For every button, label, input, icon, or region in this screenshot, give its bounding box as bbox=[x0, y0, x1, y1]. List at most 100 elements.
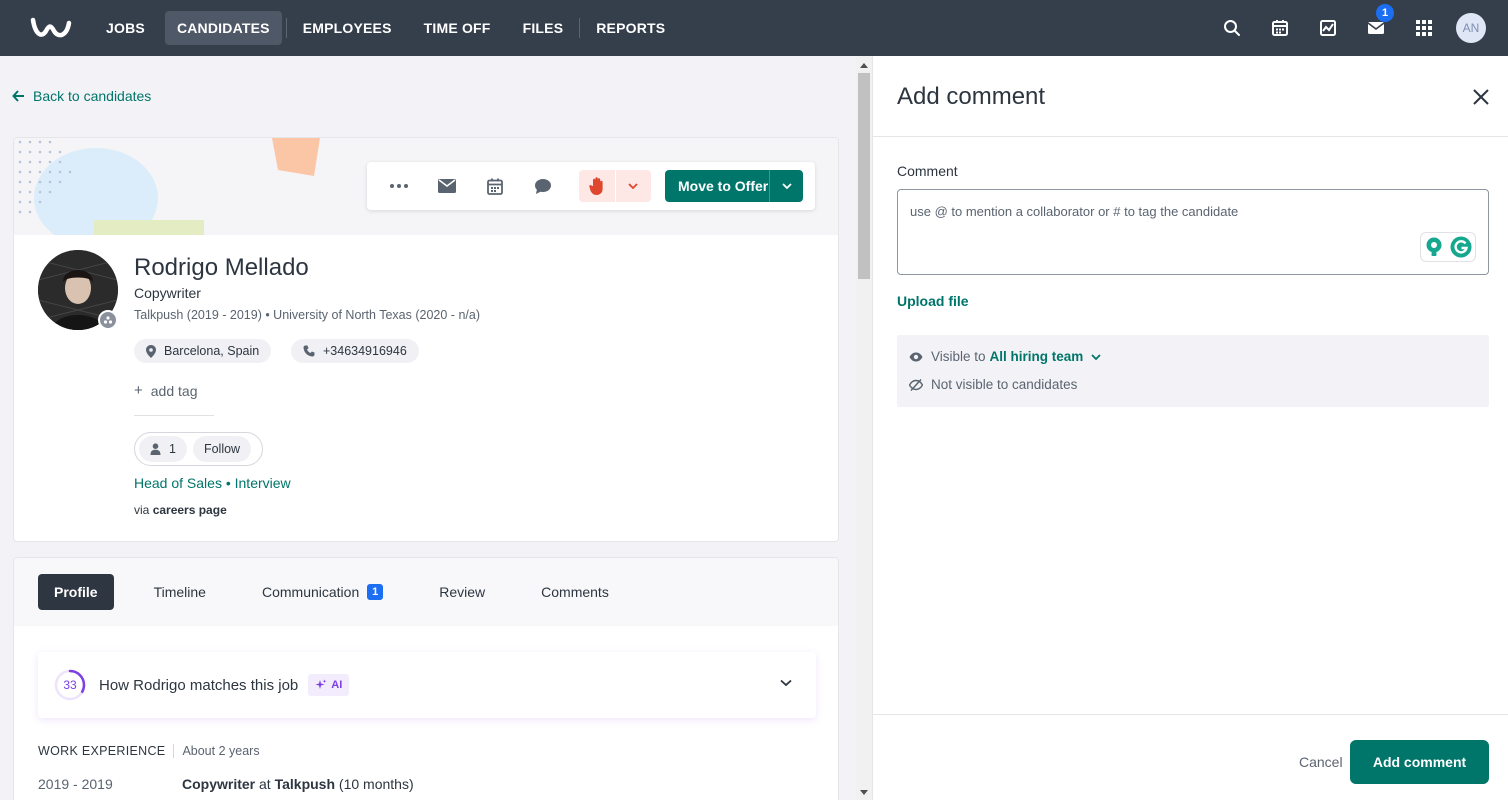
work-company: Talkpush bbox=[274, 776, 336, 792]
work-years: 2019 - 2019 bbox=[38, 776, 113, 792]
move-to-offer-label: Move to Offer bbox=[678, 178, 769, 194]
location-chip: Barcelona, Spain bbox=[134, 339, 272, 363]
location-text: Barcelona, Spain bbox=[164, 344, 260, 358]
comment-label: Comment bbox=[897, 163, 958, 179]
not-visible-text: Not visible to candidates bbox=[931, 377, 1078, 392]
comment-icon[interactable] bbox=[519, 162, 567, 210]
divider bbox=[134, 415, 214, 416]
follow-group: 1 Follow bbox=[134, 432, 263, 466]
work-experience-label: WORK EXPERIENCE bbox=[38, 744, 175, 758]
work-experience-header: WORK EXPERIENCE About 2 years bbox=[38, 744, 260, 758]
calendar-icon[interactable] bbox=[1256, 0, 1304, 56]
sparkle-icon bbox=[315, 679, 327, 689]
more-options-icon[interactable] bbox=[375, 162, 423, 210]
phone-chip[interactable]: +34634916946 bbox=[291, 339, 419, 363]
search-icon[interactable] bbox=[1208, 0, 1256, 56]
tab-profile[interactable]: Profile bbox=[38, 574, 114, 610]
workable-logo-icon[interactable] bbox=[24, 0, 80, 56]
nav-candidates[interactable]: CANDIDATES bbox=[164, 11, 282, 45]
work-experience-duration: About 2 years bbox=[182, 744, 260, 758]
source-badge-icon bbox=[98, 310, 118, 330]
match-score: 33 bbox=[63, 678, 77, 692]
add-comment-button[interactable]: Add comment bbox=[1350, 740, 1489, 784]
tab-comments[interactable]: Comments bbox=[525, 574, 625, 610]
followers-number: 1 bbox=[169, 442, 176, 456]
tab-communication-label: Communication bbox=[261, 584, 360, 600]
comment-field bbox=[897, 189, 1489, 275]
activity-icon[interactable] bbox=[1304, 0, 1352, 56]
work-experience-entry: 2019 - 2019 Copywriter at Talkpush (10 m… bbox=[38, 776, 414, 792]
schedule-event-icon[interactable] bbox=[471, 162, 519, 210]
candidate-history: Talkpush (2019 - 2019) • University of N… bbox=[134, 308, 480, 322]
back-to-candidates-link[interactable]: Back to candidates bbox=[12, 88, 151, 104]
email-icon[interactable] bbox=[423, 162, 471, 210]
user-avatar[interactable]: AN bbox=[1456, 13, 1486, 43]
candidate-banner: Move to Offer bbox=[14, 138, 838, 235]
back-link-label: Back to candidates bbox=[33, 88, 152, 104]
candidate-name: Rodrigo Mellado bbox=[134, 254, 309, 281]
top-navigation: JOBS CANDIDATES EMPLOYEES TIME OFF FILES… bbox=[0, 0, 1508, 56]
main-scrollbar-thumb[interactable] bbox=[858, 73, 870, 279]
add-comment-panel: Add comment Comment Upload file Visible … bbox=[872, 56, 1508, 800]
tab-communication[interactable]: Communication 1 bbox=[246, 574, 399, 610]
nav-time-off[interactable]: TIME OFF bbox=[412, 11, 503, 45]
inbox-badge: 1 bbox=[1376, 4, 1394, 22]
match-title: How Rodrigo matches this job bbox=[99, 676, 299, 694]
move-stage-chevron-icon[interactable] bbox=[769, 170, 803, 202]
visibility-row: Visible to All hiring team bbox=[909, 349, 1101, 364]
expand-chevron-icon[interactable] bbox=[780, 674, 792, 692]
eye-icon bbox=[909, 352, 923, 361]
nav-jobs[interactable]: JOBS bbox=[94, 11, 157, 45]
panel-header: Add comment bbox=[873, 56, 1508, 137]
apps-grid-icon[interactable] bbox=[1400, 0, 1448, 56]
grammarly-g-icon[interactable] bbox=[1450, 236, 1472, 258]
visibility-box: Visible to All hiring team Not visible t… bbox=[897, 335, 1489, 407]
plus-icon: + bbox=[134, 382, 143, 399]
phone-text: +34634916946 bbox=[323, 344, 407, 358]
close-icon[interactable] bbox=[1469, 85, 1493, 109]
upload-file-link[interactable]: Upload file bbox=[897, 293, 969, 309]
inbox-icon[interactable]: 1 bbox=[1352, 0, 1400, 56]
nav-divider bbox=[579, 18, 581, 38]
work-role: Copywriter bbox=[182, 776, 256, 792]
scroll-up-arrow-icon[interactable] bbox=[856, 58, 872, 74]
panel-footer: Cancel Add comment bbox=[873, 714, 1508, 800]
job-stage-link[interactable]: Head of Sales • Interview bbox=[134, 475, 291, 491]
ai-badge: AI bbox=[308, 674, 350, 696]
person-icon bbox=[150, 443, 161, 455]
phone-icon bbox=[303, 345, 315, 357]
lightbulb-icon[interactable] bbox=[1425, 237, 1443, 257]
work-at: at bbox=[259, 776, 271, 792]
cancel-button[interactable]: Cancel bbox=[1299, 754, 1343, 770]
chevron-down-icon[interactable] bbox=[1091, 353, 1101, 360]
tab-timeline[interactable]: Timeline bbox=[138, 574, 222, 610]
candidate-title: Copywriter bbox=[134, 285, 201, 301]
visibility-dropdown[interactable]: All hiring team bbox=[990, 349, 1084, 364]
followers-count[interactable]: 1 bbox=[139, 436, 187, 462]
follow-button[interactable]: Follow bbox=[192, 436, 252, 462]
scroll-down-arrow-icon[interactable] bbox=[856, 784, 872, 800]
candidate-card: Move to Offer Rodrigo Mellado Copywriter… bbox=[13, 137, 839, 542]
add-tag-label: add tag bbox=[150, 382, 198, 399]
panel-title: Add comment bbox=[897, 83, 1046, 110]
add-tag-button[interactable]: + add tag bbox=[134, 382, 197, 399]
eye-off-icon bbox=[909, 378, 923, 391]
move-to-offer-button[interactable]: Move to Offer bbox=[665, 170, 803, 202]
nav-files[interactable]: FILES bbox=[511, 11, 576, 45]
nav-reports[interactable]: REPORTS bbox=[584, 11, 677, 45]
via-source: careers page bbox=[152, 503, 227, 517]
work-length: (10 months) bbox=[338, 776, 414, 792]
grammarly-widget[interactable] bbox=[1420, 232, 1476, 262]
tabs-bar: Profile Timeline Communication 1 Review … bbox=[14, 558, 838, 626]
job-match-card[interactable]: 33 How Rodrigo matches this job AI bbox=[38, 652, 816, 718]
visible-prefix: Visible to bbox=[931, 349, 986, 364]
nav-employees[interactable]: EMPLOYEES bbox=[291, 11, 404, 45]
tab-review[interactable]: Review bbox=[423, 574, 501, 610]
comment-input[interactable] bbox=[898, 190, 1488, 274]
candidate-page: Back to candidates Move to Offer Rodrigo… bbox=[0, 56, 856, 800]
profile-tabs-card: Profile Timeline Communication 1 Review … bbox=[13, 557, 839, 800]
disqualify-hand-icon[interactable] bbox=[579, 170, 615, 202]
arrow-left-icon bbox=[12, 90, 24, 102]
disqualify-dropdown-chevron-icon[interactable] bbox=[615, 170, 651, 202]
nav-divider bbox=[285, 18, 287, 38]
